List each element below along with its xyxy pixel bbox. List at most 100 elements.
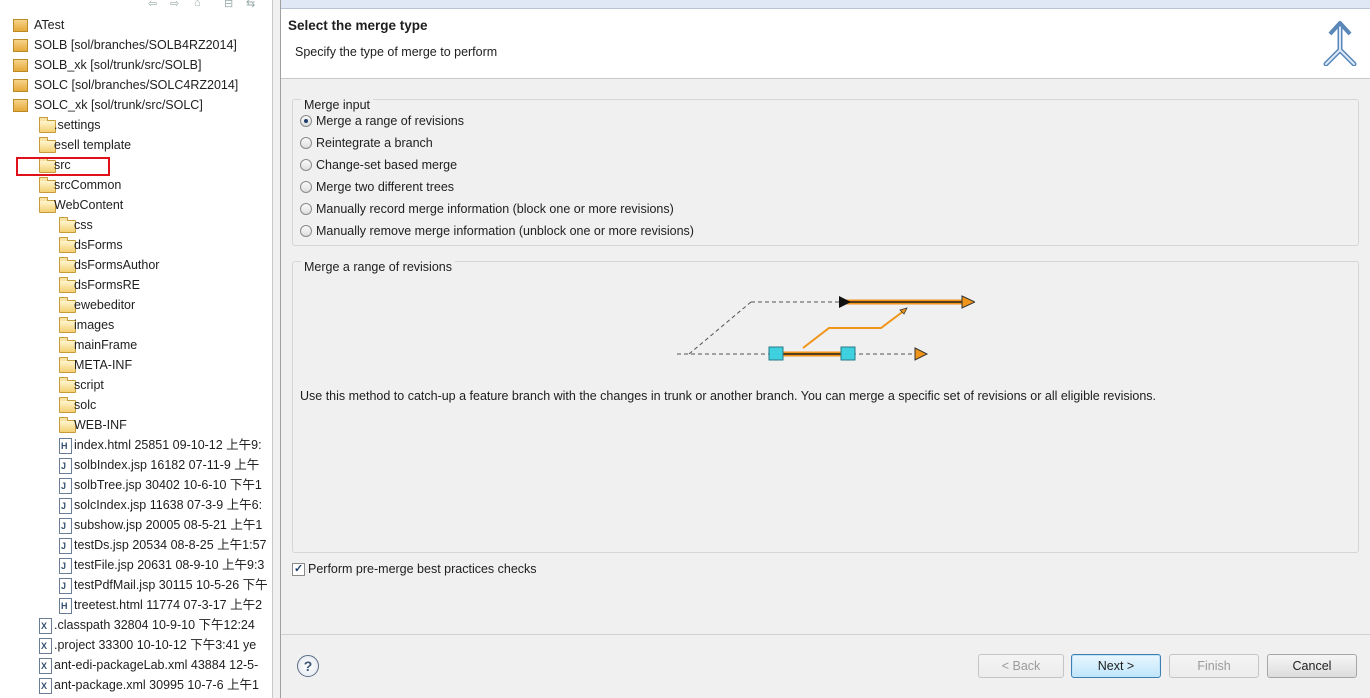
xml-file-icon: [39, 676, 52, 696]
jsp-file-icon: [59, 496, 72, 516]
method-details-label: Merge a range of revisions: [301, 260, 455, 274]
svn-project-icon: [13, 59, 28, 72]
tree-item[interactable]: testFile.jsp 20631 08-9-10 上午9:3: [0, 555, 272, 576]
tree-item[interactable]: dsForms: [0, 235, 272, 255]
cancel-button[interactable]: Cancel: [1267, 654, 1357, 678]
tree-item[interactable]: srcCommon: [0, 175, 272, 195]
tree-item[interactable]: ant-package.xml 30995 10-7-6 上午1: [0, 675, 272, 696]
tree-item-label: index.html 25851 09-10-12 上午9:: [74, 438, 262, 452]
tree-item[interactable]: .settings: [0, 115, 272, 135]
tree-item-label: ant-edi-packageLab.xml 43884 12-5-: [54, 658, 259, 672]
tree-item[interactable]: esell template: [0, 135, 272, 155]
radio-circle[interactable]: [300, 225, 312, 237]
tree-item[interactable]: META-INF: [0, 355, 272, 375]
help-icon[interactable]: ?: [297, 655, 319, 677]
finish-button[interactable]: Finish: [1169, 654, 1259, 678]
tree-item[interactable]: ant-edi-packageLab.xml 43884 12-5-: [0, 655, 272, 676]
tree-item[interactable]: ATest: [0, 15, 272, 35]
tree-item[interactable]: css: [0, 215, 272, 235]
tree-item-label: solcIndex.jsp 11638 07-3-9 上午6:: [74, 498, 263, 512]
radio-circle[interactable]: [300, 181, 312, 193]
radio-circle[interactable]: [300, 203, 312, 215]
jsp-file-icon: [59, 576, 72, 596]
tree-item[interactable]: subshow.jsp 20005 08-5-21 上午1: [0, 515, 272, 536]
tree-item-label: dsForms: [74, 238, 123, 252]
radio-circle[interactable]: [300, 115, 312, 127]
tree-item-label: treetest.html 11774 07-3-17 上午2: [74, 598, 263, 612]
radio-label: Manually record merge information (block…: [316, 202, 674, 216]
tree-item[interactable]: solc: [0, 395, 272, 415]
tree-item-label: testFile.jsp 20631 08-9-10 上午9:3: [74, 558, 265, 572]
tree-item[interactable]: SOLB [sol/branches/SOLB4RZ2014]: [0, 35, 272, 55]
checkbox-label: Perform pre-merge best practices checks: [308, 562, 537, 576]
tree-item[interactable]: SOLC_xk [sol/trunk/src/SOLC]: [0, 95, 272, 115]
html-file-icon: [59, 436, 72, 456]
radio-label: Reintegrate a branch: [316, 136, 433, 150]
tree-item-label: dsFormsRE: [74, 278, 140, 292]
tree-item-label: META-INF: [74, 358, 133, 372]
tree-item-label: testDs.jsp 20534 08-8-25 上午1:57: [74, 538, 267, 552]
jsp-file-icon: [59, 536, 72, 556]
forward-arrow-icon[interactable]: ⇨: [170, 0, 179, 10]
package-explorer: ⇦ ⇨ ⌂ ⊟ ⇆ ATest SOLB [sol/branches/SOLB4R…: [0, 0, 272, 698]
tree-item-label: ant-package.xml 30995 10-7-6 上午1: [54, 678, 259, 692]
tree-item[interactable]: treetest.html 11774 07-3-17 上午2: [0, 595, 272, 616]
radio-label: Merge a range of revisions: [316, 114, 464, 128]
project-tree: ATest SOLB [sol/branches/SOLB4RZ2014] SOLB…: [0, 15, 272, 696]
tree-item[interactable]: index.html 25851 09-10-12 上午9:: [0, 435, 272, 456]
back-button[interactable]: < Back: [978, 654, 1064, 678]
tree-item[interactable]: images: [0, 315, 272, 335]
checkbox-box[interactable]: [292, 560, 305, 578]
jsp-file-icon: [59, 456, 72, 476]
tree-item[interactable]: dsFormsRE: [0, 275, 272, 295]
svn-project-icon: [13, 39, 28, 52]
radio-circle[interactable]: [300, 137, 312, 149]
dialog-title-bar: [281, 0, 1370, 9]
tree-item[interactable]: mainFrame: [0, 335, 272, 355]
tree-item[interactable]: WEB-INF: [0, 415, 272, 435]
next-button[interactable]: Next >: [1071, 654, 1161, 678]
tree-item-label: solbTree.jsp 30402 10-6-10 下午1: [74, 478, 262, 492]
tree-item[interactable]: ewebeditor: [0, 295, 272, 315]
tree-item[interactable]: WebContent: [0, 195, 272, 215]
tree-item-label: ewebeditor: [74, 298, 136, 312]
tree-item[interactable]: script: [0, 375, 272, 395]
tree-item[interactable]: .classpath 32804 10-9-10 下午12:24: [0, 615, 272, 636]
tree-item-label: SOLC [sol/branches/SOLC4RZ2014]: [34, 78, 239, 92]
html-file-icon: [59, 596, 72, 616]
tree-item-label: .classpath 32804 10-9-10 下午12:24: [54, 618, 255, 632]
radio-label: Change-set based merge: [316, 158, 458, 172]
page-description: Specify the type of merge to perform: [295, 45, 498, 59]
tree-item-label: esell template: [54, 138, 132, 152]
tree-item-label: srcCommon: [54, 178, 122, 192]
highlight-box: [16, 157, 110, 176]
tree-item-label: images: [74, 318, 115, 332]
link-editor-icon[interactable]: ⇆: [246, 0, 255, 10]
tree-item-label: solbIndex.jsp 16182 07-11-9 上午: [74, 458, 260, 472]
tree-item[interactable]: SOLC [sol/branches/SOLC4RZ2014]: [0, 75, 272, 95]
radio-circle[interactable]: [300, 159, 312, 171]
tree-item[interactable]: testDs.jsp 20534 08-8-25 上午1:57: [0, 535, 272, 556]
tree-item[interactable]: solbIndex.jsp 16182 07-11-9 上午: [0, 455, 272, 476]
tree-item[interactable]: solcIndex.jsp 11638 07-3-9 上午6:: [0, 495, 272, 516]
tree-item[interactable]: .project 33300 10-10-12 下午3:41 ye: [0, 635, 272, 656]
tree-item-label: solc: [74, 398, 97, 412]
radio-label: Merge two different trees: [316, 180, 455, 194]
back-arrow-icon[interactable]: ⇦: [148, 0, 157, 10]
xml-file-icon: [39, 656, 52, 676]
merge-diagram: [677, 295, 975, 361]
home-icon[interactable]: ⌂: [194, 0, 201, 9]
tree-item[interactable]: testPdfMail.jsp 30115 10-5-26 下午: [0, 575, 272, 596]
explorer-toolbar: ⇦ ⇨ ⌂ ⊟ ⇆: [140, 0, 272, 12]
tree-item[interactable]: solbTree.jsp 30402 10-6-10 下午1: [0, 475, 272, 496]
tree-item-label: ATest: [34, 18, 65, 32]
tree-item[interactable]: SOLB_xk [sol/trunk/src/SOLB]: [0, 55, 272, 75]
collapse-all-icon[interactable]: ⊟: [224, 0, 233, 10]
tree-item-label: SOLC_xk [sol/trunk/src/SOLC]: [34, 98, 203, 112]
button-bar-divider: [281, 634, 1370, 635]
page-title: Select the merge type: [288, 18, 428, 33]
jsp-file-icon: [59, 556, 72, 576]
tree-item[interactable]: dsFormsAuthor: [0, 255, 272, 275]
tree-item-label: script: [74, 378, 104, 392]
project-icon: [13, 19, 28, 32]
